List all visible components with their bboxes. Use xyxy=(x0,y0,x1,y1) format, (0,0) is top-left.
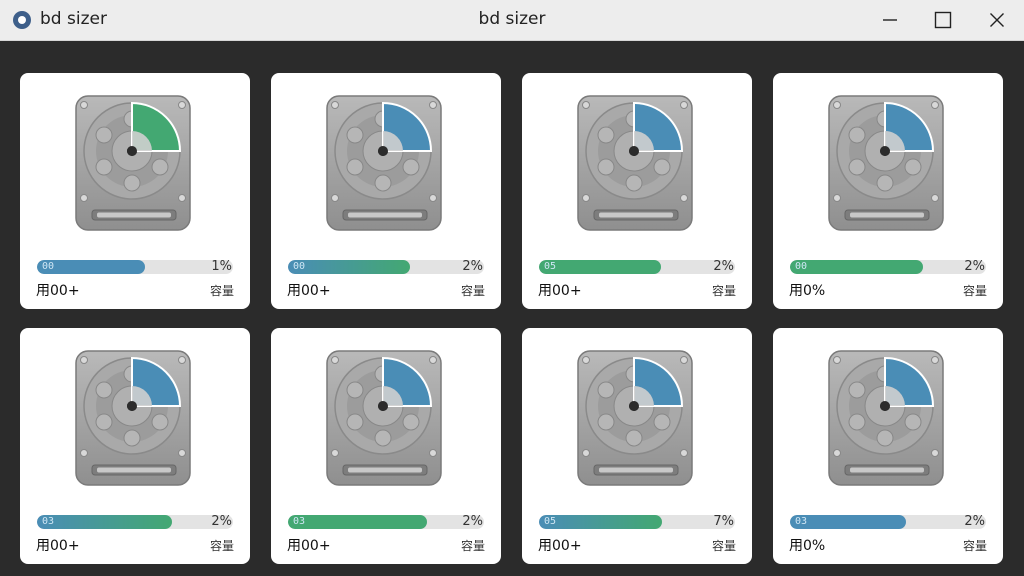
usage-progress-fill xyxy=(288,260,410,274)
percent-label: 2% xyxy=(462,259,483,274)
disk-card-8[interactable]: 03 2% 用0% 容量 xyxy=(773,328,1003,564)
minimize-button[interactable] xyxy=(866,0,914,40)
hard-disk-icon xyxy=(326,95,442,231)
app-name: bd sizer xyxy=(40,9,107,29)
gear-disk-icon[interactable] xyxy=(12,10,32,30)
disk-card-1[interactable]: 00 1% 用00+ 容量 xyxy=(20,73,250,309)
close-icon xyxy=(990,13,1004,27)
capacity-label: 容量 xyxy=(460,539,485,553)
percent-label: 2% xyxy=(713,259,734,274)
hard-disk-icon xyxy=(577,350,693,486)
progress-label: 00 xyxy=(42,261,55,272)
disk-card-6[interactable]: 03 2% 用00+ 容量 xyxy=(271,328,501,564)
used-label: 用0% xyxy=(789,283,826,299)
capacity-label: 容量 xyxy=(460,284,485,298)
capacity-label: 容量 xyxy=(711,284,736,298)
usage-progress-bar: 03 xyxy=(790,515,986,529)
usage-progress-fill xyxy=(539,515,663,529)
usage-progress-fill xyxy=(790,260,924,274)
progress-label: 03 xyxy=(293,516,306,527)
disk-card-5[interactable]: 03 2% 用00+ 容量 xyxy=(20,328,250,564)
usage-progress-fill xyxy=(288,515,428,529)
used-label: 用00+ xyxy=(538,283,582,299)
progress-label: 03 xyxy=(42,516,55,527)
hard-disk-icon xyxy=(326,350,442,486)
usage-progress-fill xyxy=(37,515,173,529)
used-label: 用0% xyxy=(789,538,826,554)
progress-label: 00 xyxy=(293,261,306,272)
capacity-label: 容量 xyxy=(711,539,736,553)
used-label: 用00+ xyxy=(287,283,331,299)
used-label: 用00+ xyxy=(36,538,80,554)
minimize-icon xyxy=(883,19,897,21)
hard-disk-icon xyxy=(828,95,944,231)
disk-card-4[interactable]: 00 2% 用0% 容量 xyxy=(773,73,1003,309)
progress-label: 05 xyxy=(544,261,557,272)
hard-disk-icon xyxy=(828,350,944,486)
percent-label: 2% xyxy=(462,514,483,529)
maximize-icon xyxy=(934,11,952,29)
disk-card-7[interactable]: 05 7% 用00+ 容量 xyxy=(522,328,752,564)
maximize-button[interactable] xyxy=(919,0,967,40)
used-label: 用00+ xyxy=(287,538,331,554)
usage-progress-bar: 03 xyxy=(37,515,233,529)
hard-disk-icon xyxy=(75,350,191,486)
percent-label: 2% xyxy=(964,514,985,529)
progress-label: 03 xyxy=(795,516,808,527)
usage-progress-bar: 05 xyxy=(539,260,735,274)
hard-disk-icon xyxy=(577,95,693,231)
capacity-label: 容量 xyxy=(209,284,234,298)
hard-disk-icon xyxy=(75,95,191,231)
usage-progress-fill xyxy=(790,515,906,529)
title-bar: bd sizer bd sizer xyxy=(0,0,1024,41)
percent-label: 2% xyxy=(211,514,232,529)
usage-progress-bar: 00 xyxy=(37,260,233,274)
disk-card-2[interactable]: 00 2% 用00+ 容量 xyxy=(271,73,501,309)
percent-label: 7% xyxy=(713,514,734,529)
capacity-label: 容量 xyxy=(209,539,234,553)
percent-label: 1% xyxy=(211,259,232,274)
capacity-label: 容量 xyxy=(962,284,987,298)
usage-progress-bar: 00 xyxy=(790,260,986,274)
usage-progress-fill xyxy=(539,260,661,274)
used-label: 用00+ xyxy=(538,538,582,554)
used-label: 用00+ xyxy=(36,283,80,299)
progress-label: 00 xyxy=(795,261,808,272)
usage-progress-bar: 03 xyxy=(288,515,484,529)
close-button[interactable] xyxy=(973,0,1021,40)
usage-progress-bar: 00 xyxy=(288,260,484,274)
percent-label: 2% xyxy=(964,259,985,274)
disk-card-3[interactable]: 05 2% 用00+ 容量 xyxy=(522,73,752,309)
usage-progress-bar: 05 xyxy=(539,515,735,529)
capacity-label: 容量 xyxy=(962,539,987,553)
progress-label: 05 xyxy=(544,516,557,527)
